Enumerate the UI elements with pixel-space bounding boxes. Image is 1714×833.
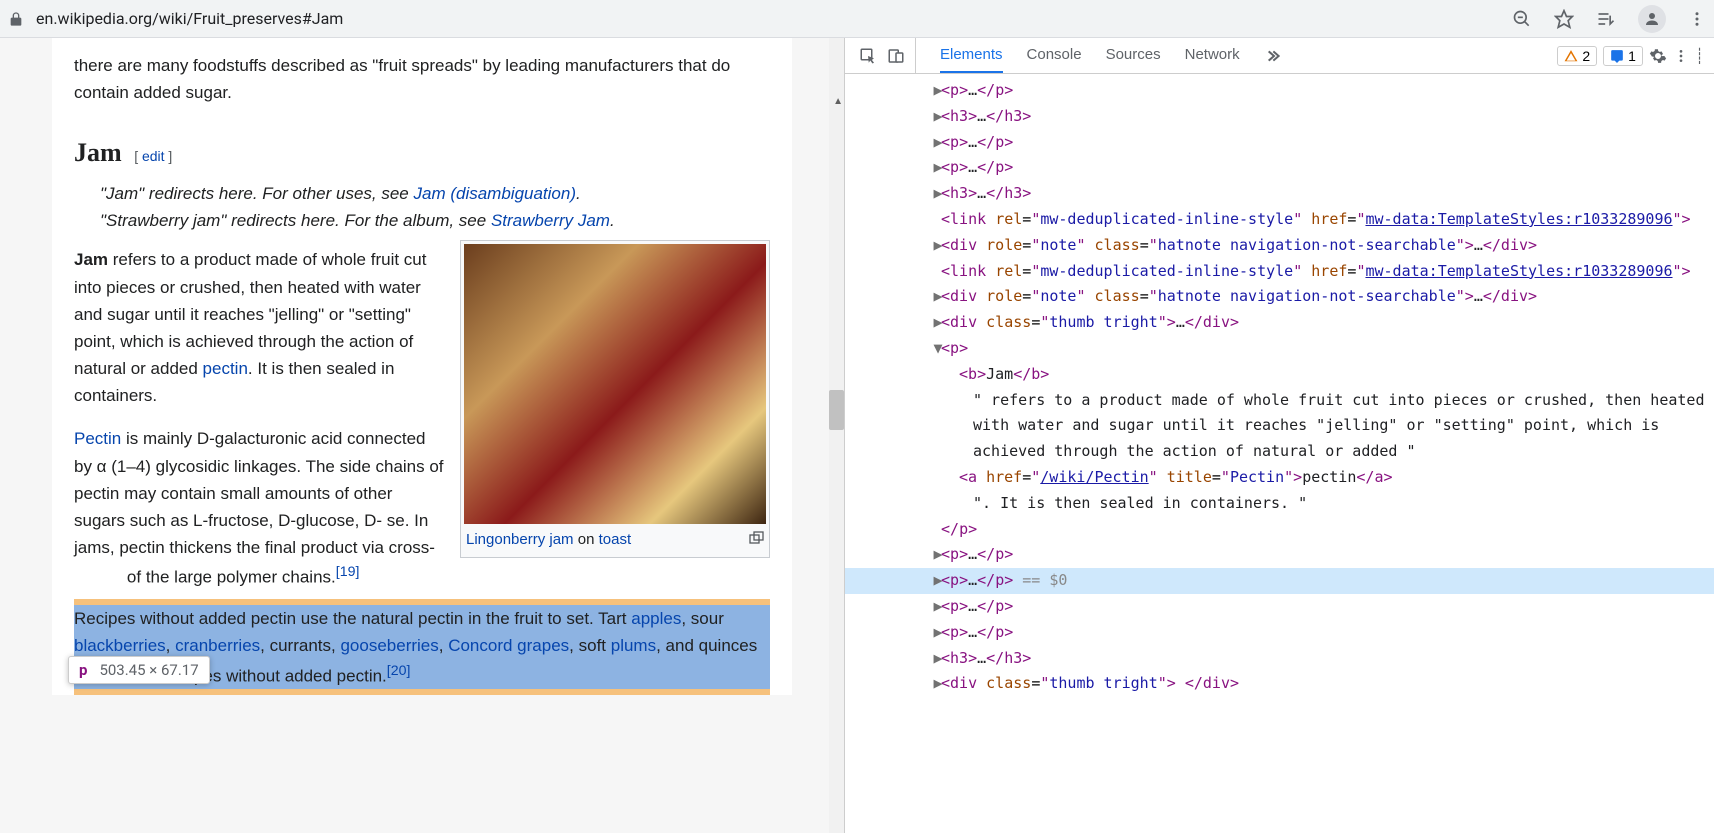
citation-19[interactable]: [19] [336,564,360,580]
dom-node[interactable]: ▶<p>…</p> [845,130,1714,156]
more-tabs-icon[interactable] [1264,48,1280,64]
enlarge-icon[interactable] [749,528,764,552]
apples-link[interactable]: apples [631,609,681,628]
plums-link[interactable]: plums [611,636,656,655]
url-bar[interactable]: en.wikipedia.org/wiki/Fruit_preserves#Ja… [36,9,1512,28]
dom-node[interactable]: ▶<div class="thumb tright"> </div> [845,671,1714,697]
browser-toolbar: en.wikipedia.org/wiki/Fruit_preserves#Ja… [0,0,1714,38]
concord-grapes-link[interactable]: Concord grapes [448,636,569,655]
hatnote-jam: "Jam" redirects here. For other uses, se… [74,180,770,207]
elements-tree[interactable]: ▶<p>…</p> ▶<h3>…</h3> ▶<p>…</p> ▶<p>…</p… [845,74,1714,833]
dom-node[interactable]: ▶<div role="note" class="hatnote navigat… [845,284,1714,310]
lock-icon[interactable] [8,11,24,27]
zoom-icon[interactable] [1512,9,1532,29]
thumbnail-box: Lingonberry jam on toast [460,240,770,558]
pectin-link-2[interactable]: Pectin [74,429,121,448]
devtools-close-separator: ┊ [1695,47,1704,65]
devtools-toolbar: Elements Console Sources Network 2 1 ┊ [845,38,1714,74]
bookmark-star-icon[interactable] [1554,9,1574,29]
blackberries-link[interactable]: blackberries [74,636,166,655]
browser-menu-icon[interactable] [1688,10,1706,28]
dom-node[interactable]: <b>Jam</b> [845,362,1714,388]
edit-link[interactable]: edit [142,148,165,164]
dom-node[interactable]: ▶<h3>…</h3> [845,646,1714,672]
dom-node-expanded-p[interactable]: ▼<p> [845,336,1714,362]
dom-node-selected[interactable]: ⋯▶<p>…</p> == $0 [845,568,1714,594]
devtools-panel: Elements Console Sources Network 2 1 ┊ ▶… [844,38,1714,833]
page-viewport: there are many foodstuffs described as "… [0,38,844,833]
dom-node[interactable]: ▶<p>…</p> [845,542,1714,568]
dom-node[interactable]: ▶<h3>…</h3> [845,104,1714,130]
cranberries-link[interactable]: cranberries [175,636,260,655]
section-heading: Jam [74,138,122,167]
tab-console[interactable]: Console [1027,38,1082,73]
caption-link-lingonberry[interactable]: Lingonberry jam [466,531,574,548]
disambig-link[interactable]: Jam (disambiguation) [413,184,576,203]
thumbnail-caption: Lingonberry jam on toast [464,524,766,554]
dom-node[interactable]: ▶<p>…</p> [845,620,1714,646]
warnings-badge[interactable]: 2 [1557,46,1597,66]
profile-avatar[interactable] [1638,5,1666,33]
edit-section: [ edit ] [126,148,172,164]
page-scroll-thumb[interactable] [829,390,844,430]
scroll-up-arrow[interactable]: ▲ [833,96,843,107]
devtools-settings-icon[interactable] [1649,47,1667,65]
gooseberries-link[interactable]: gooseberries [340,636,438,655]
devtools-menu-icon[interactable] [1673,48,1689,64]
dom-node[interactable]: <a href="/wiki/Pectin" title="Pectin">pe… [845,465,1714,491]
citation-20[interactable]: [20] [387,663,411,679]
thumbnail-image[interactable] [464,244,766,524]
caption-link-toast[interactable]: toast [599,531,632,548]
dom-node-link[interactable]: <link rel="mw-deduplicated-inline-style"… [845,207,1714,233]
dom-text-node[interactable]: ". It is then sealed in containers. " [845,491,1714,517]
tab-elements[interactable]: Elements [940,38,1003,73]
dom-node[interactable]: ▶<div role="note" class="hatnote navigat… [845,233,1714,259]
dom-text-node[interactable]: " refers to a product made of whole frui… [845,388,1714,465]
issues-badge[interactable]: 1 [1603,46,1643,66]
dom-node[interactable]: ▶<p>…</p> [845,155,1714,181]
dom-node[interactable]: ▶<h3>…</h3> [845,181,1714,207]
element-dimensions-tooltip: p 503.45 × 67.17 [68,656,210,684]
hatnote-strawberry: "Strawberry jam" redirects here. For the… [74,207,770,234]
inspect-element-icon[interactable] [859,47,877,65]
page-scrollbar[interactable] [829,38,844,833]
pectin-link[interactable]: pectin [203,359,248,378]
tab-sources[interactable]: Sources [1106,38,1161,73]
dom-node[interactable]: ▶<p>…</p> [845,594,1714,620]
dom-node-link[interactable]: <link rel="mw-deduplicated-inline-style"… [845,259,1714,285]
dom-node-close[interactable]: </p> [845,517,1714,543]
intro-paragraph: there are many foodstuffs described as "… [74,38,770,106]
article-content: there are many foodstuffs described as "… [52,38,792,695]
device-toggle-icon[interactable] [887,47,905,65]
tab-network[interactable]: Network [1185,38,1240,73]
dom-node[interactable]: ▶<div class="thumb tright">…</div> [845,310,1714,336]
reading-list-icon[interactable] [1596,9,1616,29]
dom-node[interactable]: ▶<p>…</p> [845,78,1714,104]
album-link[interactable]: Strawberry Jam [491,211,610,230]
